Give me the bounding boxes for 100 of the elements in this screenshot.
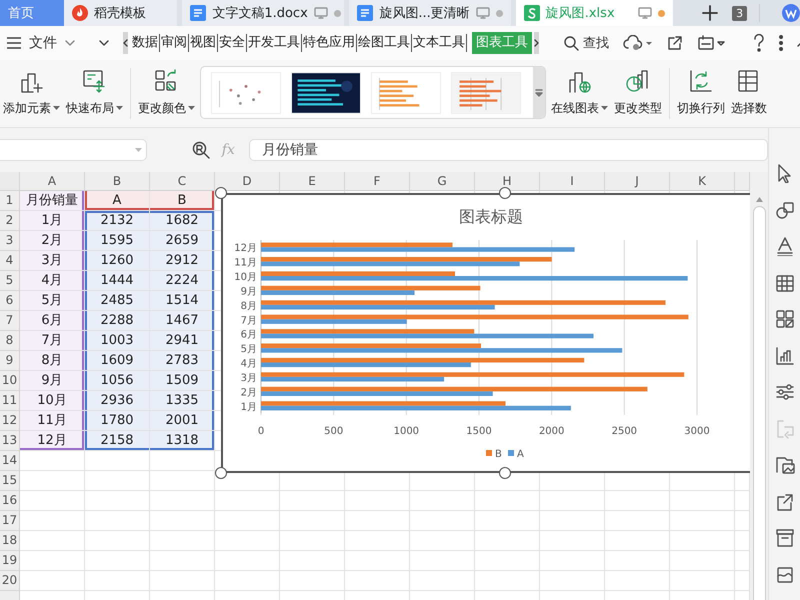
column-header[interactable]: B xyxy=(85,172,150,191)
app-icon[interactable] xyxy=(782,4,800,22)
image-icon[interactable] xyxy=(774,455,794,475)
ribbon-tab[interactable]: 数据 xyxy=(131,34,160,52)
search-icon xyxy=(564,36,579,50)
tab[interactable]: 旋风图...更清晰 xyxy=(349,0,511,26)
tab[interactable]: 文字文稿1.docx xyxy=(182,0,344,26)
ribbon-tab[interactable]: 开发工具 xyxy=(247,34,302,52)
ribbon-tab[interactable]: 绘图工具 xyxy=(357,34,412,52)
row-header[interactable]: 9 xyxy=(0,351,20,371)
row-header[interactable]: 13 xyxy=(0,431,20,451)
gallery-more-button[interactable] xyxy=(533,67,545,118)
tab[interactable]: 旋风图.xlsx xyxy=(516,0,674,26)
column-header[interactable]: A xyxy=(20,172,85,191)
ribbon-button[interactable]: 更改颜色 xyxy=(135,60,198,127)
column-header[interactable]: J xyxy=(605,172,670,191)
column-header[interactable]: G xyxy=(410,172,475,191)
share-icon[interactable] xyxy=(667,35,683,51)
zoom-icon[interactable] xyxy=(192,141,210,159)
search-button[interactable]: 查找 xyxy=(564,34,609,52)
cloud-icon[interactable] xyxy=(623,35,653,51)
row-header[interactable]: 4 xyxy=(0,251,20,271)
row-header[interactable]: 20 xyxy=(0,571,20,591)
chevron-right-icon[interactable] xyxy=(534,39,539,47)
chevron-down-icon[interactable] xyxy=(99,40,109,46)
column-header[interactable]: K xyxy=(670,172,735,191)
row-header[interactable]: 7 xyxy=(0,311,20,331)
ribbon-tab[interactable]: 文本工具 xyxy=(412,34,467,52)
shapes-icon[interactable] xyxy=(774,200,794,220)
tab[interactable]: 稻壳模板 xyxy=(64,0,178,26)
ribbon-button[interactable]: 在线图表 xyxy=(548,60,611,127)
resize-handle[interactable] xyxy=(215,467,227,479)
picture-frame-icon[interactable] xyxy=(774,564,794,584)
row-header[interactable]: 5 xyxy=(0,271,20,291)
row-header[interactable]: 2 xyxy=(0,211,20,231)
row-header[interactable]: 17 xyxy=(0,511,20,531)
table-grid-icon[interactable] xyxy=(774,272,794,292)
ribbon-button[interactable]: 选择数 xyxy=(728,60,770,127)
ribbon-button[interactable]: 切换行列 xyxy=(674,60,728,127)
chevron-left-icon[interactable] xyxy=(123,39,128,47)
row-header[interactable]: 18 xyxy=(0,531,20,551)
formula-field[interactable]: 月份销量 xyxy=(248,139,768,161)
axis-label: 12月 xyxy=(234,243,257,254)
ribbon-tab[interactable]: 视图 xyxy=(189,34,218,52)
tab[interactable]: 首页 xyxy=(0,0,64,26)
table-cell xyxy=(345,511,410,531)
bar-chart-icon[interactable] xyxy=(774,346,794,366)
monitor-icon[interactable] xyxy=(638,7,652,19)
scroll-thumb[interactable] xyxy=(752,206,766,600)
table-cell xyxy=(410,551,475,571)
add-tab-icon[interactable] xyxy=(702,5,718,21)
more-icon[interactable] xyxy=(779,35,783,51)
scroll-left-button[interactable] xyxy=(123,32,128,54)
column-header[interactable]: I xyxy=(540,172,605,191)
row-header[interactable]: 1 xyxy=(0,191,20,211)
chart-style-preview[interactable] xyxy=(291,72,361,114)
row-header[interactable]: 15 xyxy=(0,471,20,491)
column-header[interactable]: D xyxy=(215,172,280,191)
archive-icon[interactable] xyxy=(774,528,794,548)
row-header[interactable]: 10 xyxy=(0,371,20,391)
file-menu[interactable]: 文件 xyxy=(0,34,75,52)
table-cell xyxy=(215,551,280,571)
row-header[interactable]: 19 xyxy=(0,551,20,571)
table-cell: 2936 xyxy=(85,391,150,411)
help-icon[interactable] xyxy=(753,34,765,52)
scrollbar[interactable] xyxy=(750,172,768,600)
ribbon-tab[interactable]: 特色应用 xyxy=(302,34,357,52)
text-style-icon[interactable] xyxy=(774,236,794,256)
share-icon[interactable] xyxy=(774,492,794,512)
chart-frame[interactable]: 图表标题 12月 11月 10月 9月 8月 7月 6月 5月 4月 3月 2月 1月 0 500 1000 1500 2000 2500 3000 B A xyxy=(221,193,750,473)
table-cell: 2224 xyxy=(150,271,215,291)
column-header[interactable]: C xyxy=(150,172,215,191)
sliders-icon[interactable] xyxy=(774,382,794,402)
row-header[interactable]: 8 xyxy=(0,331,20,351)
table-cell xyxy=(20,531,85,551)
scroll-down-icon[interactable] xyxy=(535,88,543,96)
column-header[interactable]: E xyxy=(280,172,345,191)
table-cell xyxy=(85,451,150,471)
tab-count-badge[interactable]: 3 xyxy=(732,6,748,20)
row-header[interactable]: 16 xyxy=(0,491,20,511)
column-header[interactable]: H xyxy=(475,172,540,191)
ribbon-button[interactable]: 快速布局 xyxy=(63,60,126,127)
grid-icon[interactable] xyxy=(774,309,794,329)
row-header[interactable]: 14 xyxy=(0,451,20,471)
resize-handle[interactable] xyxy=(499,467,511,479)
column-header[interactable]: F xyxy=(345,172,410,191)
scroll-right-button[interactable] xyxy=(534,32,539,54)
table-cell xyxy=(85,531,150,551)
ribbon-tab[interactable]: 审阅 xyxy=(160,34,189,52)
row-header[interactable]: 12 xyxy=(0,411,20,431)
row-header[interactable]: 3 xyxy=(0,231,20,251)
chart-title[interactable]: 图表标题 xyxy=(459,207,523,226)
legend-label: B xyxy=(495,449,502,460)
row-header[interactable]: 6 xyxy=(0,291,20,311)
ribbon-button[interactable]: 更改类型 xyxy=(611,60,665,127)
ribbon-button[interactable]: 添加元素 xyxy=(0,60,63,127)
row-header[interactable]: 11 xyxy=(0,391,20,411)
note-icon[interactable] xyxy=(697,35,725,51)
table-cell: 1335 xyxy=(150,391,215,411)
ribbon-tab[interactable]: 安全 xyxy=(218,34,247,52)
